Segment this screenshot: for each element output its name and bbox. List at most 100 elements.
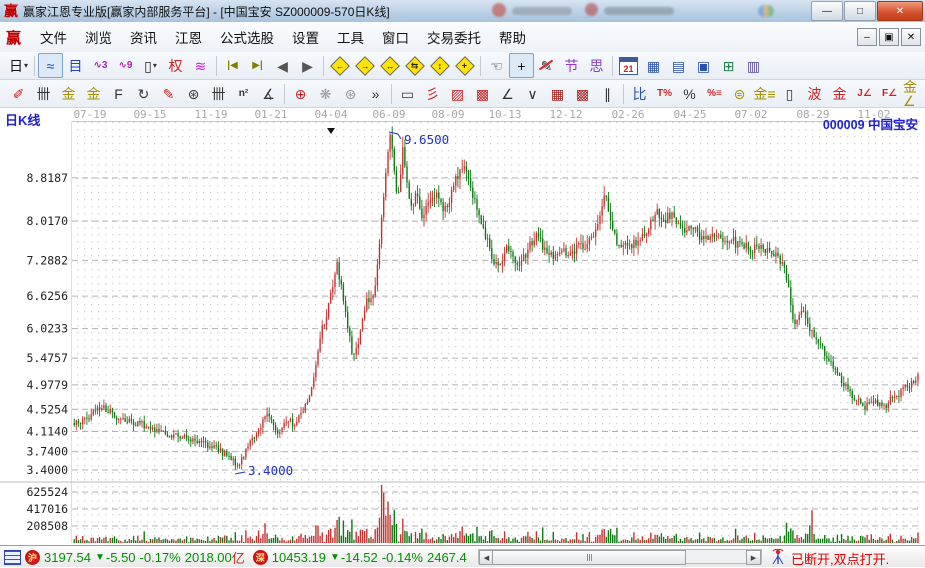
toolbar-separator — [480, 56, 481, 76]
pc-transfer-icon[interactable]: ▥ — [741, 53, 766, 78]
kline-chart-area[interactable]: 日K线 07-1909-1511-1901-2104-0406-0908-091… — [0, 108, 925, 545]
menu-item-7[interactable]: 窗口 — [373, 23, 418, 51]
more-tools-chevron[interactable]: » — [363, 81, 388, 106]
period-day-selector[interactable]: 日▾ — [6, 53, 31, 78]
shanghai-market-icon[interactable]: 沪 — [25, 550, 40, 565]
no-draw-icon[interactable]: ✎ — [534, 53, 559, 78]
close-button[interactable]: ✕ — [877, 1, 923, 21]
svg-text:4.1140: 4.1140 — [26, 425, 68, 439]
menu-item-6[interactable]: 工具 — [328, 23, 373, 51]
title-bar[interactable]: 赢 赢家江恩专业版[赢家内部服务平台] - [中国宝安 SZ000009-570… — [0, 0, 925, 23]
calendar-icon[interactable]: 21 — [616, 53, 641, 78]
measure-draw-icon[interactable]: ✎ — [156, 81, 181, 106]
gold-angle-icon[interactable]: 金∠ — [902, 81, 925, 106]
grid-lines-icon[interactable]: 卌 — [206, 81, 231, 106]
percent-lines-icon[interactable]: %≡ — [702, 81, 727, 106]
sh-amount-unit: 亿 — [232, 548, 245, 567]
gold-grid-a-icon[interactable]: 金 — [56, 81, 81, 106]
n-square-icon[interactable]: n² — [231, 81, 256, 106]
menu-item-9[interactable]: 帮助 — [490, 23, 535, 51]
antenna-icon[interactable] — [770, 548, 786, 565]
wheel-gray-icon[interactable]: ❋ — [313, 81, 338, 106]
j-angle-icon[interactable]: J∠ — [852, 81, 877, 106]
target-circle-icon[interactable]: ⊕ — [288, 81, 313, 106]
stats-compare-icon[interactable]: 比 — [627, 81, 652, 106]
gann-grid-icon[interactable]: 卌 — [31, 81, 56, 106]
save-icon[interactable]: ▣ — [691, 53, 716, 78]
angle-line-icon[interactable]: ∠ — [495, 81, 520, 106]
mdi-minimize-button[interactable]: – — [857, 28, 877, 46]
color-chart-icon[interactable]: ≋ — [188, 53, 213, 78]
gold-grid-b-icon[interactable]: 金 — [81, 81, 106, 106]
diamond-all-icon[interactable]: + — [452, 53, 477, 78]
red-grid-corner-icon[interactable]: ▩ — [570, 81, 595, 106]
menu-item-1[interactable]: 浏览 — [76, 23, 121, 51]
kline-chart-svg[interactable]: 07-1909-1511-1901-2104-0406-0908-0910-13… — [0, 108, 925, 545]
trend-wave-icon[interactable]: ≈ — [38, 53, 63, 78]
crosshair-icon[interactable]: + — [509, 53, 534, 78]
calculator-icon[interactable]: ▦ — [641, 53, 666, 78]
diamond-swap-icon[interactable]: ⇆ — [402, 53, 427, 78]
candle-edit-icon[interactable]: ▯ — [777, 81, 802, 106]
gann-square-icon[interactable]: ▩ — [470, 81, 495, 106]
wave-red-icon[interactable]: 波 — [802, 81, 827, 106]
gold-lines-icon[interactable]: 金≡ — [752, 81, 777, 106]
menu-item-4[interactable]: 公式选股 — [211, 23, 283, 51]
time-cycle-icon[interactable]: ↻ — [131, 81, 156, 106]
fan-draw-icon[interactable]: ∡ — [256, 81, 281, 106]
connection-status[interactable]: 已断开,双点打开. — [791, 549, 889, 568]
gold-red-icon[interactable]: 金 — [827, 81, 852, 106]
gann-fan-icon[interactable]: 彡 — [420, 81, 445, 106]
svg-text:4.5254: 4.5254 — [26, 402, 68, 416]
minute-chart-9-icon[interactable]: ∿9 — [113, 53, 138, 78]
svg-text:208508: 208508 — [26, 519, 68, 533]
last-page-button[interactable]: ▶| — [245, 53, 270, 78]
shenzhen-market-icon[interactable]: 深 — [253, 550, 268, 565]
scroll-right-arrow[interactable]: ▶ — [746, 550, 761, 565]
web-gray-icon[interactable]: ⊛ — [338, 81, 363, 106]
market-table-icon[interactable] — [4, 550, 21, 565]
menu-item-3[interactable]: 江恩 — [166, 23, 211, 51]
rect-tool-icon[interactable]: ▭ — [395, 81, 420, 106]
info-panel-icon[interactable]: 目 — [63, 53, 88, 78]
gann-wheel-icon[interactable]: ⊛ — [181, 81, 206, 106]
candle-style-selector[interactable]: ▯▾ — [138, 53, 163, 78]
notepad-icon[interactable]: ▤ — [666, 53, 691, 78]
menu-item-2[interactable]: 资讯 — [121, 23, 166, 51]
zigzag-icon[interactable]: ∨ — [520, 81, 545, 106]
pan-hand-icon[interactable]: ☜ — [484, 53, 509, 78]
menu-item-8[interactable]: 交易委托 — [418, 23, 490, 51]
export-network-icon[interactable]: ⊞ — [716, 53, 741, 78]
restore-rights-icon[interactable]: 权 — [163, 53, 188, 78]
channel-icon[interactable]: ∥ — [595, 81, 620, 106]
scrollbar-thumb[interactable] — [492, 550, 686, 565]
smart-analysis-icon[interactable]: 思 — [584, 53, 609, 78]
gold-circle-icon[interactable]: ⊜ — [727, 81, 752, 106]
minimize-button[interactable]: — — [811, 1, 843, 21]
first-page-button[interactable]: |◀ — [220, 53, 245, 78]
draw-brush-icon[interactable]: ✐ — [6, 81, 31, 106]
mdi-restore-button[interactable]: ▣ — [879, 28, 899, 46]
svg-text:7.2882: 7.2882 — [26, 253, 68, 267]
menu-item-5[interactable]: 设置 — [283, 23, 328, 51]
gann-box-icon[interactable]: ▨ — [445, 81, 470, 106]
maximize-button[interactable]: □ — [844, 1, 876, 21]
diamond-ud-icon[interactable]: ↕ — [427, 53, 452, 78]
diamond-left-icon[interactable]: ← — [327, 53, 352, 78]
diamond-lr-icon[interactable]: ↔ — [377, 53, 402, 78]
red-grid-icon[interactable]: ▦ — [545, 81, 570, 106]
diamond-right-icon[interactable]: → — [352, 53, 377, 78]
horizontal-scrollbar[interactable]: ◀ ▶ — [478, 549, 762, 564]
minute-chart-3-icon[interactable]: ∿3 — [88, 53, 113, 78]
next-page-button[interactable]: ▶ — [295, 53, 320, 78]
svg-text:9.6500: 9.6500 — [404, 132, 449, 147]
mdi-close-button[interactable]: ✕ — [901, 28, 921, 46]
taskbar-overlay-colors — [758, 5, 774, 17]
f-grid-icon[interactable]: F — [106, 81, 131, 106]
t-percent-icon[interactable]: T% — [652, 81, 677, 106]
f-angle-icon[interactable]: F∠ — [877, 81, 902, 106]
prev-page-button[interactable]: ◀ — [270, 53, 295, 78]
festival-marker-icon[interactable]: 节 — [559, 53, 584, 78]
menu-item-0[interactable]: 文件 — [31, 23, 76, 51]
percent-icon[interactable]: % — [677, 81, 702, 106]
